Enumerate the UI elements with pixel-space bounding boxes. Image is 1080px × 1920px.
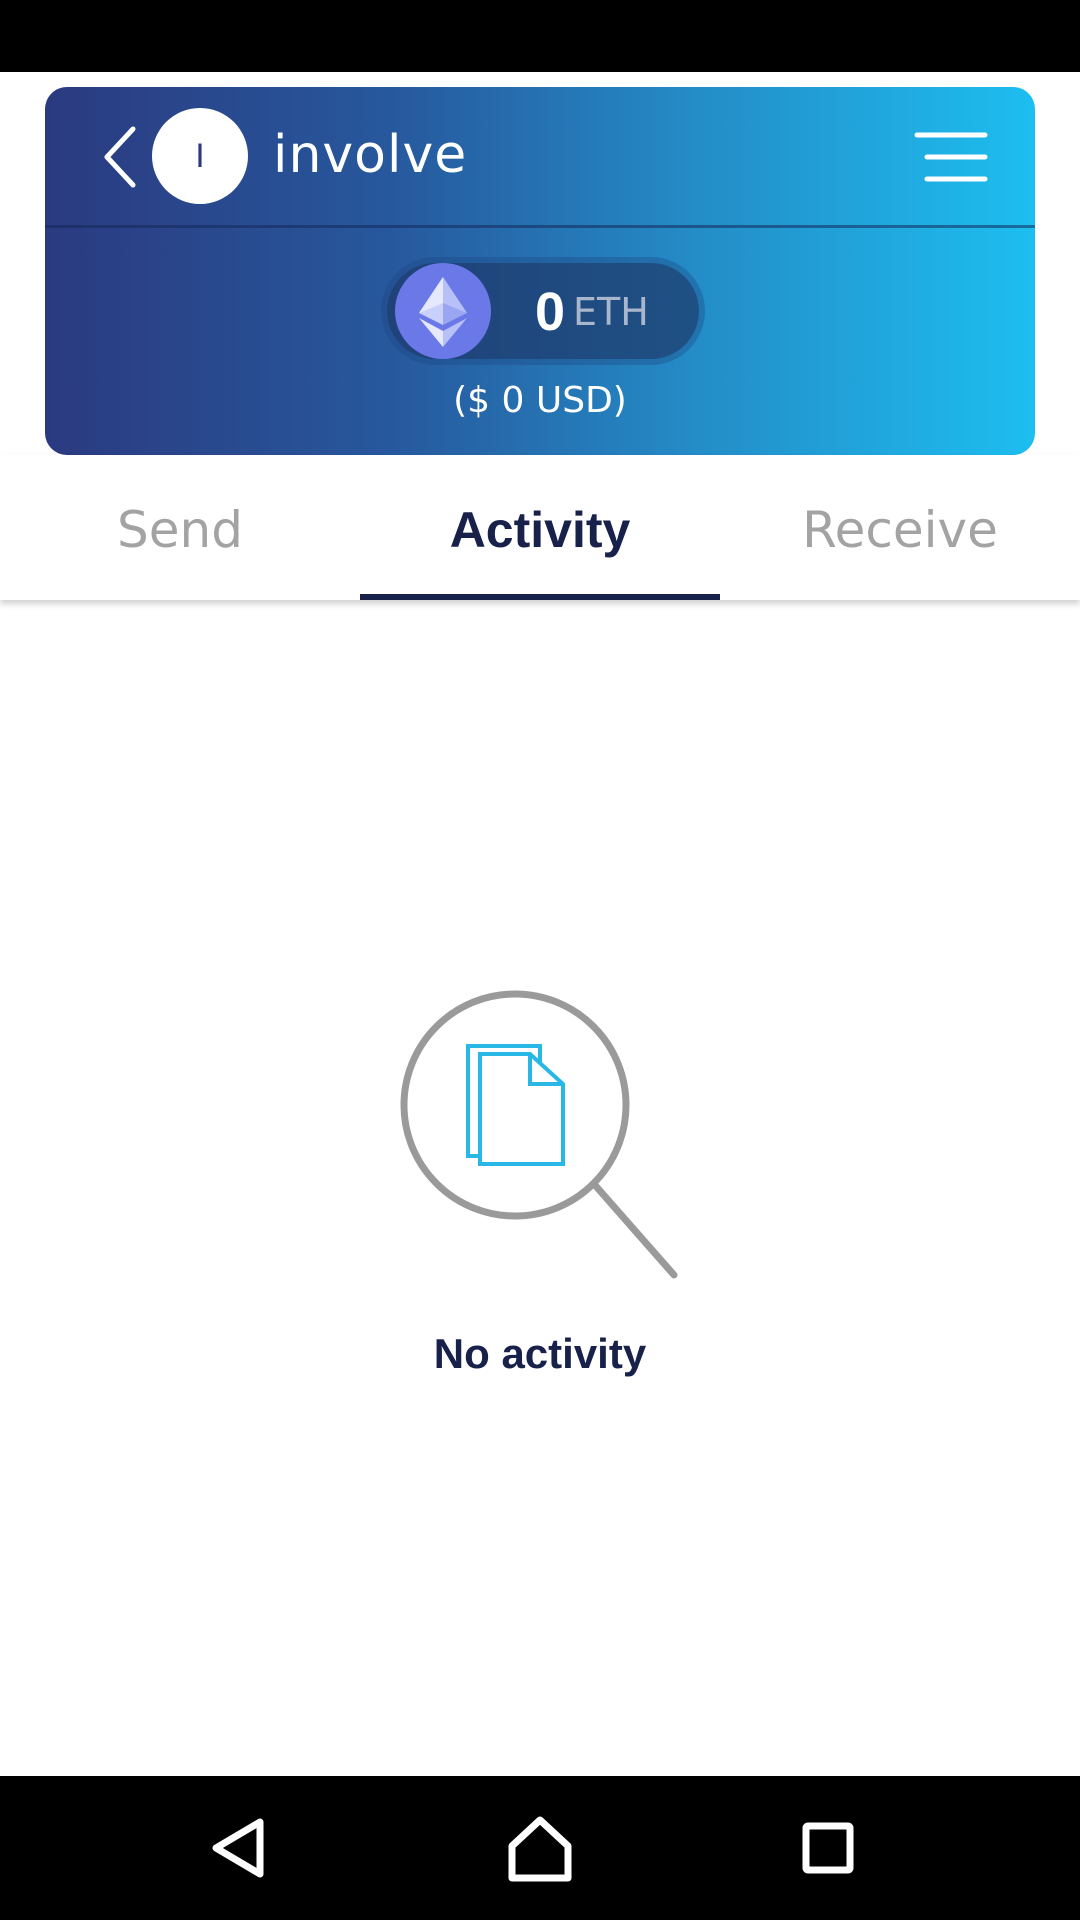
system-recents-button[interactable] [786,1806,870,1890]
system-back-button[interactable] [198,1806,282,1890]
status-bar [0,0,1080,72]
active-tab-indicator [360,594,720,600]
balance-pill: 0 ETH [387,263,699,359]
home-icon [508,1816,572,1882]
ethereum-icon [395,263,491,359]
header-divider [45,225,1035,228]
wallet-card: I involve 0 ETH ($ 0 USD) [45,87,1035,455]
tab-receive[interactable]: Receive [720,455,1080,600]
back-button[interactable] [101,125,141,189]
wallet-header: I involve [45,87,1035,227]
magnifier-document-icon [390,980,690,1280]
system-nav-bar [0,1776,1080,1920]
avatar: I [152,108,248,204]
wallet-name: involve [273,125,468,185]
tab-send[interactable]: Send [0,455,360,600]
chevron-left-icon [104,126,136,188]
hamburger-menu-icon [914,132,988,182]
system-home-button[interactable] [498,1806,582,1890]
square-recents-icon [802,1822,854,1874]
triangle-back-icon [212,1818,264,1878]
menu-button[interactable] [913,129,989,185]
tab-bar: Send Activity Receive [0,455,1080,600]
usd-value: ($ 0 USD) [453,380,627,421]
balance-amount: 0 [535,282,566,342]
empty-state-text: No activity [433,1330,647,1377]
balance-unit: ETH [573,290,649,334]
tab-activity[interactable]: Activity [360,455,720,600]
